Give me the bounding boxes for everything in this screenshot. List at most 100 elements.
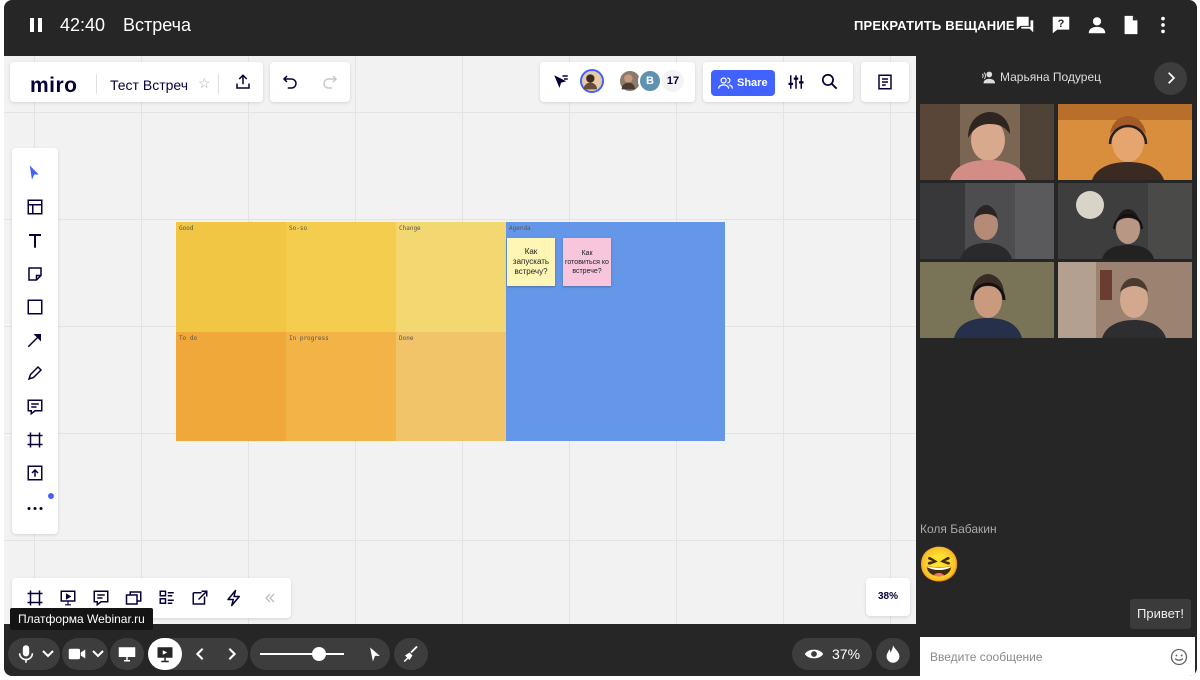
star-icon[interactable]: ☆ [198, 75, 211, 92]
camera-button[interactable] [62, 638, 108, 670]
miro-board[interactable]: miro Тест Встреч ☆ B 17 Share Good So-so… [4, 56, 916, 624]
more-vert-icon[interactable] [1152, 14, 1174, 36]
kanban-cell-change[interactable]: Change [396, 222, 506, 332]
share-button[interactable]: Share [711, 70, 775, 96]
participant-video[interactable] [920, 104, 1054, 180]
arrow-tool-icon[interactable] [26, 331, 44, 349]
lightning-icon[interactable] [225, 589, 243, 607]
question-icon[interactable]: ? [1050, 14, 1072, 36]
templates-icon[interactable] [26, 198, 44, 216]
chat-icon[interactable] [1014, 14, 1036, 36]
sticky-note[interactable]: Как запускать встречу? [507, 238, 555, 286]
history-panel [270, 62, 350, 102]
participant-video[interactable] [920, 183, 1054, 259]
notes-panel [861, 62, 909, 102]
presenter-name: Марьяна Подурец [1000, 70, 1101, 84]
cell-label: Agenda [509, 225, 531, 232]
frames-icon[interactable] [26, 589, 44, 607]
chevron-right-icon[interactable] [226, 647, 238, 661]
presentation-icon[interactable] [59, 589, 77, 607]
clear-button[interactable] [394, 638, 428, 670]
cursor-follow-icon[interactable] [552, 73, 570, 91]
text-tool-icon[interactable] [26, 232, 44, 250]
select-tool-icon[interactable] [26, 164, 44, 182]
participant-video[interactable] [1058, 262, 1192, 338]
cards-icon[interactable] [125, 589, 143, 607]
board-list-icon[interactable] [876, 73, 894, 91]
pause-icon[interactable] [30, 18, 42, 32]
share-panel: Share [703, 62, 853, 102]
kanban-icon[interactable] [158, 589, 176, 607]
users-icon [718, 77, 733, 89]
frame-tool-icon[interactable] [26, 431, 44, 449]
stop-broadcast-button[interactable]: ПРЕКРАТИТЬ ВЕЩАНИЕ [854, 18, 1015, 33]
pen-tool-icon[interactable] [26, 364, 44, 382]
chevron-down-icon [42, 650, 54, 658]
shape-tool-icon[interactable] [26, 298, 44, 316]
collapse-icon[interactable] [264, 592, 276, 604]
chevron-down-icon [92, 650, 104, 658]
presentation-controls [148, 638, 248, 670]
search-icon[interactable] [820, 72, 839, 91]
kanban-cell-done[interactable]: Done [396, 332, 506, 441]
left-toolbar [12, 148, 58, 534]
participant-video[interactable] [920, 262, 1054, 338]
board-header-panel: miro Тест Встреч ☆ [10, 62, 263, 102]
cell-label: Good [179, 225, 194, 232]
zoom-slider-handle[interactable] [312, 647, 326, 661]
participant-count-badge[interactable]: 17 [660, 68, 686, 94]
eye-icon [804, 649, 824, 659]
presentation-button[interactable] [148, 638, 182, 670]
miro-logo: miro [30, 74, 78, 97]
next-participants-button[interactable] [1154, 62, 1187, 95]
undo-icon[interactable] [281, 73, 299, 91]
comment-icon[interactable] [26, 398, 44, 416]
avatar[interactable]: B [638, 69, 662, 93]
webinar-window: 42:40 Встреча ПРЕКРАТИТЬ ВЕЩАНИЕ ? miro … [4, 0, 1197, 676]
zoom-slider-track[interactable] [260, 653, 344, 655]
kanban-cell-todo[interactable]: To do [176, 332, 286, 441]
screen-share-button[interactable] [110, 638, 144, 670]
share-screen-icon[interactable] [191, 589, 209, 607]
presenter-icon [981, 71, 995, 84]
kanban-cell-in-progress[interactable]: In progress [286, 332, 396, 441]
cell-label: So-so [289, 225, 308, 232]
sticky-note-icon[interactable] [26, 265, 44, 283]
more-tools-icon[interactable] [26, 498, 44, 516]
chevron-right-icon [1168, 72, 1176, 84]
microphone-button[interactable] [8, 638, 60, 670]
top-bar: 42:40 Встреча ПРЕКРАТИТЬ ВЕЩАНИЕ ? [4, 0, 1197, 52]
avatar[interactable] [580, 69, 604, 93]
chevron-left-icon[interactable] [194, 647, 206, 661]
zoom-level[interactable]: 38% [866, 578, 910, 616]
user-icon[interactable] [1086, 14, 1108, 36]
sticky-note[interactable]: Как готовиться ко встрече? [563, 238, 611, 286]
board-name[interactable]: Тест Встреч [110, 77, 188, 93]
divider [96, 74, 97, 94]
redo-icon[interactable] [321, 73, 339, 91]
divider [218, 74, 219, 94]
viewers-indicator[interactable]: 37% [792, 638, 872, 670]
chat-message: Привет! [1130, 599, 1191, 629]
settings-sliders-icon[interactable] [787, 73, 805, 91]
kanban-cell-good[interactable]: Good [176, 222, 286, 332]
document-icon[interactable] [1120, 14, 1142, 36]
chat-message-input[interactable] [920, 637, 1195, 676]
viewers-percent: 37% [832, 646, 861, 662]
chat-author: Коля Бабакин [920, 522, 997, 536]
participant-video[interactable] [1058, 183, 1192, 259]
svg-text:?: ? [1058, 18, 1065, 30]
activity-button[interactable] [876, 638, 910, 670]
zoom-slider-control [250, 638, 390, 670]
participant-video[interactable] [1058, 104, 1192, 180]
laughing-emoji: 😆 [918, 546, 961, 584]
export-icon[interactable] [234, 73, 252, 91]
fire-icon [886, 645, 900, 663]
comments-icon[interactable] [92, 589, 110, 607]
emoji-picker-icon[interactable] [1170, 648, 1188, 666]
camera-icon [68, 648, 86, 660]
pointer-icon[interactable] [368, 646, 382, 663]
cell-label: Change [399, 225, 421, 232]
upload-icon[interactable] [26, 464, 44, 482]
kanban-cell-soso[interactable]: So-so [286, 222, 396, 332]
